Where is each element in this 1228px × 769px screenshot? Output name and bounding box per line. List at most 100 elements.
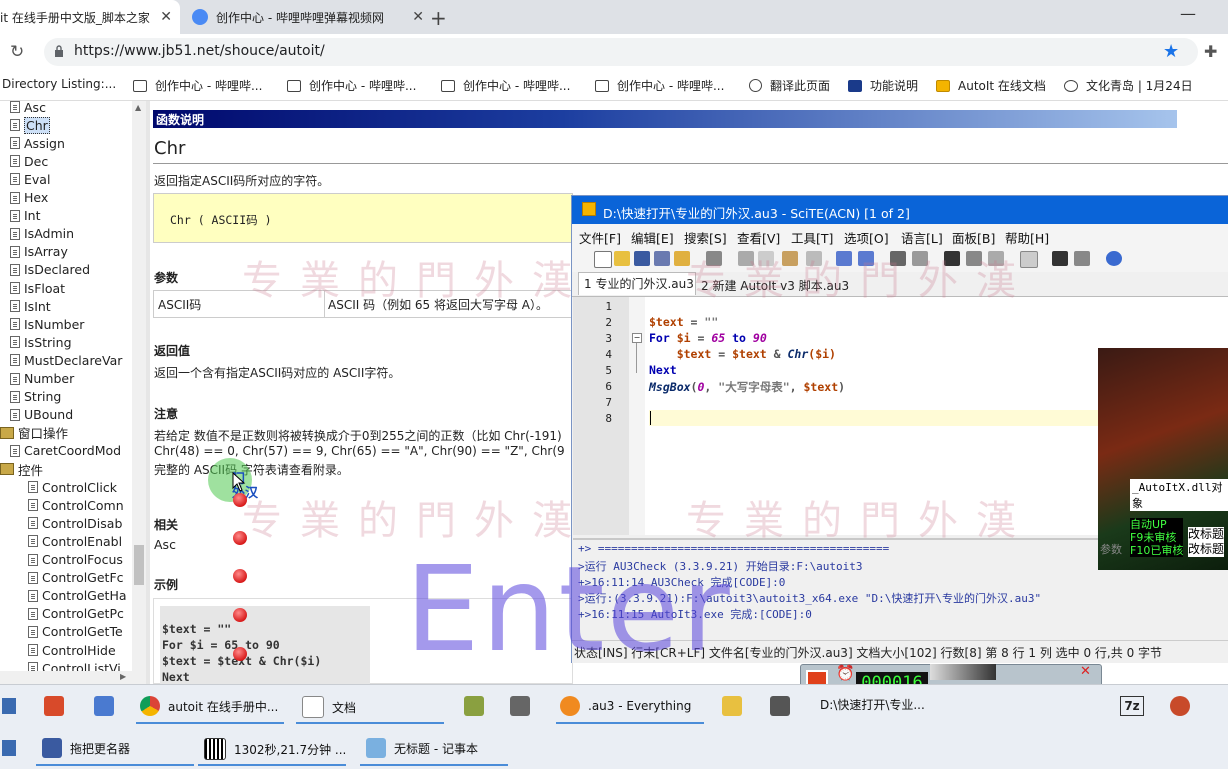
scroll-right-icon[interactable]: ▶ <box>120 672 126 681</box>
bookmark-bilibili-2[interactable]: 创作中心 - 哔哩哔... <box>287 77 416 94</box>
desktop-icon[interactable] <box>2 698 16 714</box>
taskbar-everything[interactable]: .au3 - Everything <box>560 696 691 716</box>
tree-item[interactable]: Chr <box>10 116 50 134</box>
film-icon[interactable] <box>770 696 790 716</box>
app-icon[interactable] <box>464 696 484 716</box>
bookmark-directory-listing[interactable]: Directory Listing:... <box>2 77 116 91</box>
taskbar-docs[interactable]: 文档 <box>302 696 356 718</box>
menu-search[interactable]: 搜索[S] <box>684 228 727 247</box>
bookmark-autoit-docs[interactable]: AutoIt 在线文档 <box>936 77 1046 94</box>
close-tab-icon[interactable]: ✕ <box>160 9 172 25</box>
menu-help[interactable]: 帮助[H] <box>1005 228 1049 247</box>
tree-item[interactable]: Asc <box>10 98 46 116</box>
tree-item[interactable]: ControlGetPc <box>28 605 124 623</box>
taskbar-notepad[interactable]: 无标题 - 记事本 <box>366 738 478 758</box>
tree-item[interactable]: Int <box>10 207 41 225</box>
tree-item[interactable]: String <box>10 388 61 406</box>
app-icon[interactable] <box>44 696 64 716</box>
tree-item[interactable]: Eval <box>10 170 50 188</box>
tree-item[interactable]: UBound <box>10 406 73 424</box>
new-file-icon[interactable] <box>594 251 612 268</box>
tree-item[interactable]: Hex <box>10 189 48 207</box>
app-icon[interactable] <box>1170 696 1190 716</box>
fullscreen-icon[interactable] <box>1074 251 1090 266</box>
tree-item[interactable]: ControlComn <box>28 496 124 514</box>
tree-item[interactable]: IsDeclared <box>10 261 90 279</box>
minimize-icon[interactable]: — <box>1180 4 1196 23</box>
tree-item-label: Eval <box>24 171 51 187</box>
bookmark-bilibili-1[interactable]: 创作中心 - 哔哩哔... <box>133 77 262 94</box>
tree-item[interactable]: Assign <box>10 134 65 152</box>
browser-tab-jb51[interactable]: it 在线手册中文版_脚本之家 ✕ <box>0 0 180 34</box>
title-divider <box>153 163 1228 164</box>
menu-edit[interactable]: 编辑[E] <box>631 228 674 247</box>
new-tab-button[interactable]: + <box>430 6 447 30</box>
scroll-up-icon[interactable]: ▲ <box>135 103 141 112</box>
lock-icon[interactable] <box>54 45 64 57</box>
tree-item[interactable]: ControlFocus <box>28 551 123 569</box>
desktop-icon[interactable] <box>2 740 16 756</box>
menu-view[interactable]: 查看[V] <box>737 228 780 247</box>
tree-item[interactable]: IsFloat <box>10 279 65 297</box>
menu-panel[interactable]: 面板[B] <box>952 228 995 247</box>
menu-options[interactable]: 选项[O] <box>844 228 889 247</box>
tree-item[interactable]: ControlGetFc <box>28 569 124 587</box>
tree-item[interactable]: ControlEnabl <box>28 532 122 550</box>
pane-splitter[interactable] <box>146 101 150 684</box>
bookmark-culture-qingdao[interactable]: 文化青岛 | 1月24日 <box>1064 77 1193 94</box>
extensions-icon[interactable]: ✚ <box>1204 42 1217 61</box>
tree-item[interactable]: 控件 <box>0 460 43 478</box>
tree-item[interactable]: IsString <box>10 333 72 351</box>
help-icon[interactable] <box>1106 251 1122 266</box>
taskbar-scite[interactable]: D:\快速打开\专业... <box>820 696 925 713</box>
document-icon <box>10 101 20 113</box>
tree-item[interactable]: ControlDisab <box>28 514 122 532</box>
app-icon[interactable] <box>94 696 114 716</box>
code-token: $text <box>732 347 767 361</box>
tree-item[interactable]: Number <box>10 370 74 388</box>
close-recorder-icon[interactable]: ✕ <box>1080 664 1091 679</box>
taskbar-chrome[interactable]: autoit 在线手册中... <box>140 696 278 716</box>
tree-item[interactable]: IsInt <box>10 297 51 315</box>
tree-item[interactable]: MustDeclareVar <box>10 351 122 369</box>
save-icon[interactable] <box>634 251 650 266</box>
taskbar-timer[interactable]: 1302秒,21.7分钟 ... <box>204 738 346 760</box>
app-icon[interactable] <box>510 696 530 716</box>
output-pane-icon[interactable] <box>1052 251 1068 266</box>
menu-language[interactable]: 语言[L] <box>901 228 943 247</box>
tree-item[interactable]: ControlHide <box>28 641 116 659</box>
close-tab-icon[interactable]: ✕ <box>412 9 424 25</box>
related-link-asc[interactable]: Asc <box>154 537 176 552</box>
taskbar-rename-tool[interactable]: 拖把更名器 <box>42 738 130 758</box>
tree-item[interactable]: Dec <box>10 152 48 170</box>
folder-icon[interactable] <box>722 696 742 716</box>
url-text[interactable]: https://www.jb51.net/shouce/autoit/ <box>74 43 325 59</box>
reload-icon[interactable]: ↻ <box>10 42 24 62</box>
bookmark-bilibili-3[interactable]: 创作中心 - 哔哩哔... <box>441 77 570 94</box>
bookmark-translate[interactable]: 翻译此页面 <box>749 77 830 94</box>
7zip-icon[interactable]: 7z <box>1120 696 1144 716</box>
menu-tools[interactable]: 工具[T] <box>791 228 833 247</box>
tree-item[interactable]: ControlGetTe <box>28 623 123 641</box>
bookmark-features[interactable]: 功能说明 <box>848 77 918 94</box>
tree-item[interactable]: ControlGetHa <box>28 587 127 605</box>
fold-minus-icon[interactable]: − <box>632 333 642 343</box>
rename-title-button[interactable]: 改标题 <box>1188 542 1224 557</box>
tree-scrollbar[interactable] <box>132 101 146 684</box>
browser-tab-bilibili[interactable]: 创作中心 - 哔哩哔哩弹幕视频网 ✕ <box>182 0 432 34</box>
save-all-icon[interactable] <box>654 251 670 266</box>
tree-item[interactable]: IsNumber <box>10 315 84 333</box>
tree-item[interactable]: ControlClick <box>28 478 117 496</box>
bookmark-bilibili-4[interactable]: 创作中心 - 哔哩哔... <box>595 77 724 94</box>
tree-scroll-thumb[interactable] <box>134 545 144 585</box>
rename-title-button[interactable]: 改标题 <box>1188 527 1224 542</box>
tree-item[interactable]: IsAdmin <box>10 225 74 243</box>
menu-file[interactable]: 文件[F] <box>579 228 621 247</box>
tree-item[interactable]: IsArray <box>10 243 68 261</box>
bookmark-star-icon[interactable]: ★ <box>1163 41 1179 62</box>
volume-level[interactable] <box>930 664 996 680</box>
open-folder-icon[interactable] <box>614 251 630 266</box>
tree-item[interactable]: CaretCoordMod <box>10 442 121 460</box>
tree-horizontal-scrollbar[interactable] <box>0 671 132 684</box>
tree-item[interactable]: 窗口操作 <box>0 424 68 442</box>
